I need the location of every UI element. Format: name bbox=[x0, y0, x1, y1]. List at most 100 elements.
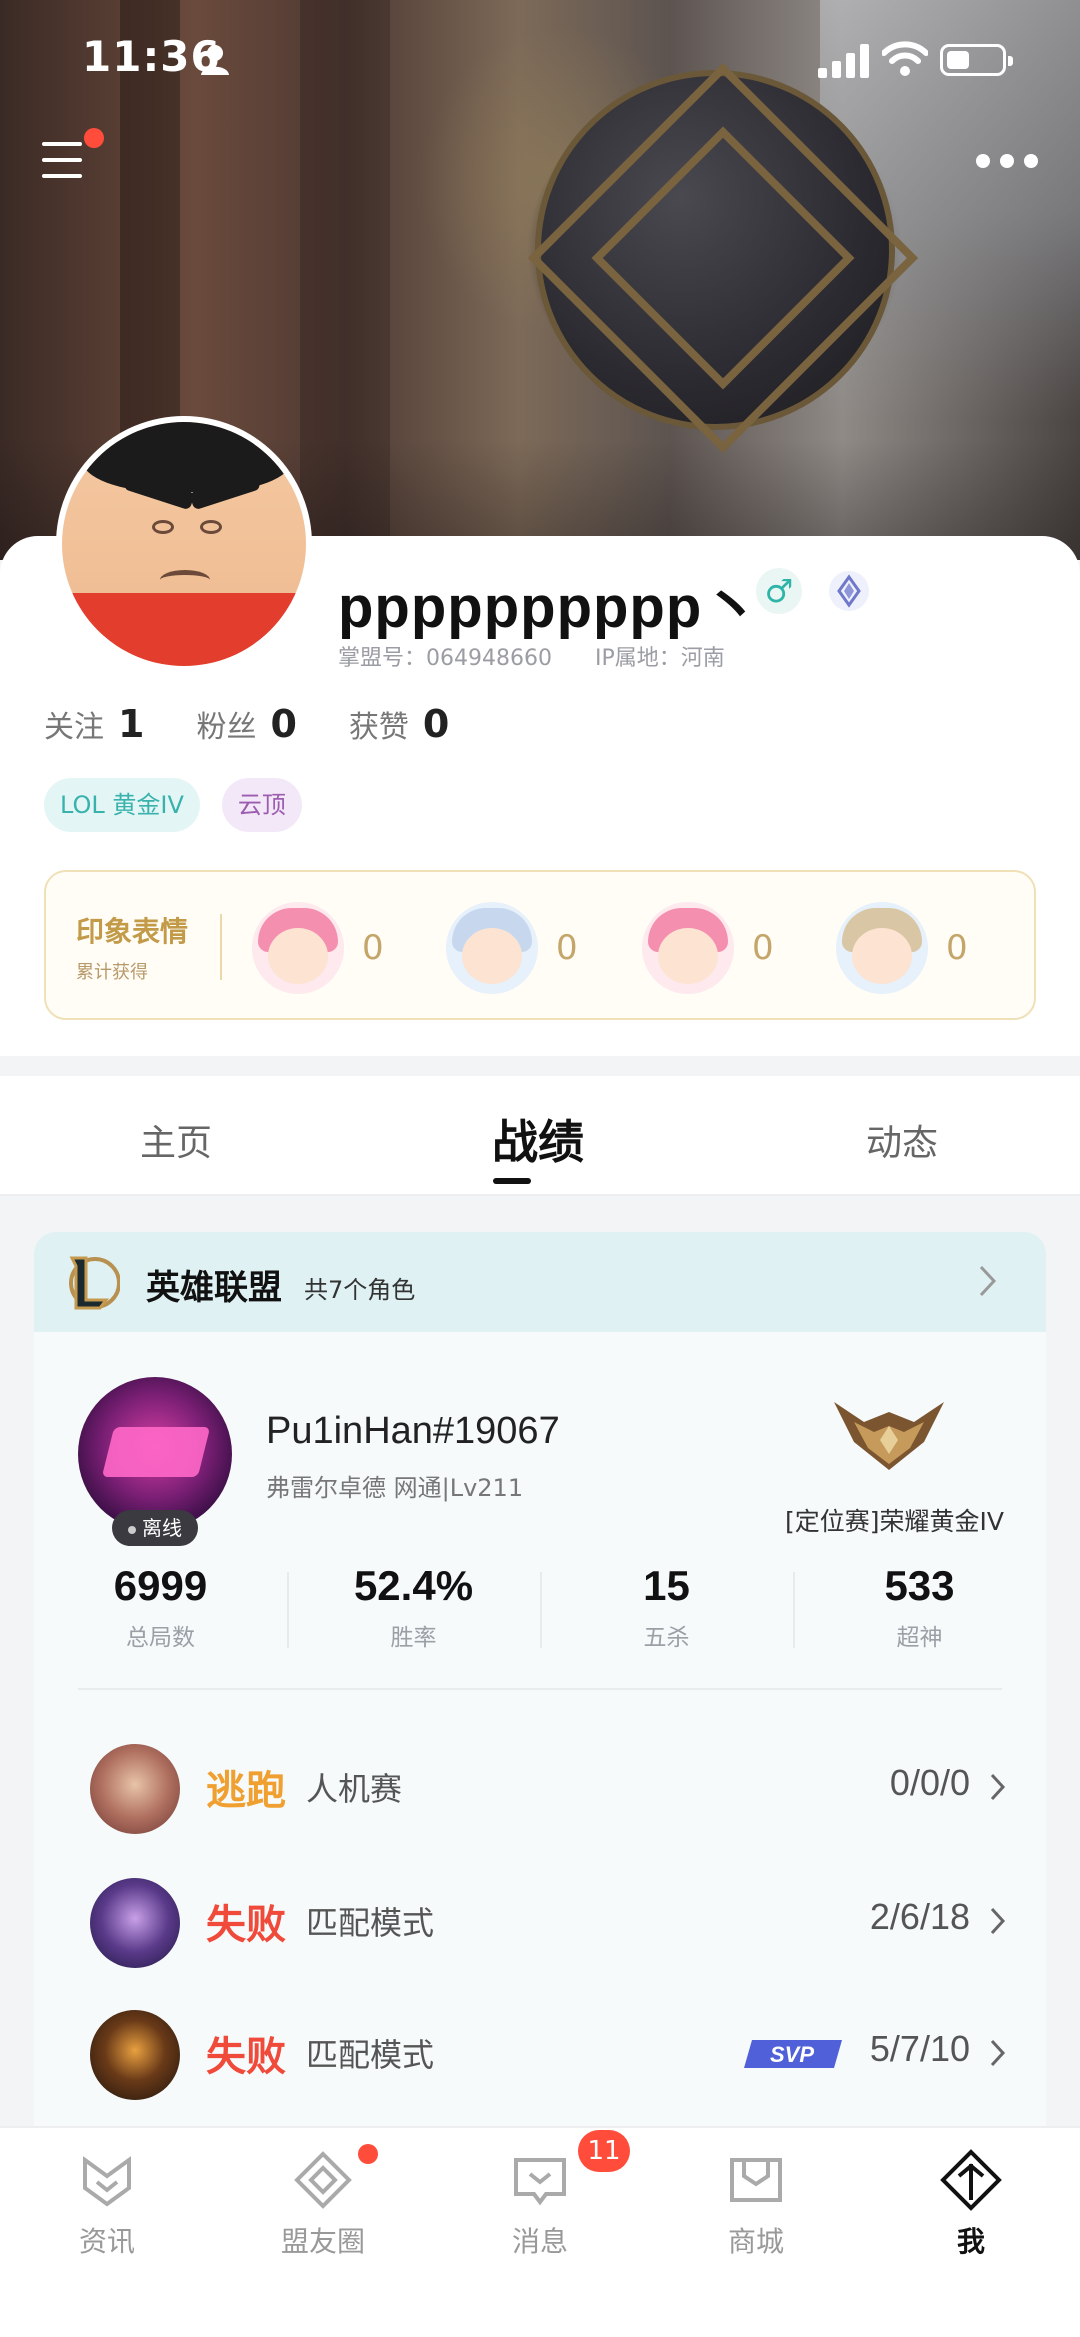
account-info: 掌盟号：064948660 IP属地：河南 bbox=[338, 640, 725, 672]
stat-following[interactable]: 关注 1 bbox=[44, 702, 144, 746]
svp-badge-icon: SVP bbox=[744, 2040, 842, 2068]
bottom-nav: 资讯 盟友圈 消息 商城 我 bbox=[0, 2126, 1080, 2337]
impression-count: 0 bbox=[362, 928, 384, 968]
stat-label: 胜率 bbox=[390, 1625, 437, 1651]
impression-item[interactable]: 0 bbox=[836, 898, 968, 998]
stat-followers[interactable]: 粉丝 0 bbox=[196, 702, 296, 746]
ip-location: IP属地：河南 bbox=[594, 646, 725, 671]
stat-label: 超神 bbox=[896, 1625, 943, 1651]
nav-news[interactable]: 资讯 bbox=[32, 2148, 182, 2260]
match-result: 逃跑 bbox=[206, 1768, 286, 1814]
emoji-pink-hair-icon bbox=[252, 902, 344, 994]
game-card-header[interactable]: 英雄联盟 共7个角色 bbox=[34, 1232, 1046, 1332]
player-name: Pu1inHan#19067 bbox=[266, 1410, 560, 1452]
nav-me[interactable]: 我 bbox=[896, 2148, 1046, 2260]
nav-label: 我 bbox=[956, 2225, 985, 2258]
match-mode: 匹配模式 bbox=[306, 1904, 435, 1942]
impression-subtitle: 累计获得 bbox=[76, 962, 148, 983]
impression-count: 0 bbox=[946, 928, 968, 968]
menu-notification-dot bbox=[84, 128, 104, 148]
stat-value: 533 bbox=[884, 1562, 955, 1609]
nav-community[interactable]: 盟友圈 bbox=[248, 2148, 398, 2260]
more-options-button[interactable] bbox=[976, 150, 1040, 170]
stat-likes[interactable]: 获赞 0 bbox=[349, 702, 449, 746]
divider bbox=[78, 1688, 1002, 1690]
stat-value: 0 bbox=[270, 702, 297, 746]
stat-value: 0 bbox=[422, 702, 450, 746]
role-count: 共7个角色 bbox=[304, 1276, 416, 1304]
stat-win-rate: 52.4% 胜率 bbox=[287, 1562, 540, 1672]
stat-penta-kills: 15 五杀 bbox=[540, 1562, 793, 1672]
champion-avatar bbox=[90, 1878, 180, 1968]
nav-label: 盟友圈 bbox=[280, 2225, 365, 2258]
stat-label: 粉丝 bbox=[196, 710, 257, 745]
stat-label: 获赞 bbox=[348, 710, 409, 745]
community-icon bbox=[294, 2151, 352, 2209]
stat-label: 五杀 bbox=[643, 1625, 690, 1651]
tab-active-indicator bbox=[493, 1178, 531, 1184]
stat-total-games: 6999 总局数 bbox=[34, 1562, 287, 1672]
game-record-card: 英雄联盟 共7个角色 离线 Pu1inHan#19067 弗雷尔卓德 网通|Lv… bbox=[34, 1232, 1046, 2242]
chevron-right-icon bbox=[990, 1907, 1006, 1935]
stat-label: 关注 bbox=[44, 710, 104, 745]
impression-item[interactable]: 0 bbox=[252, 898, 384, 998]
tab-records[interactable]: 战绩 bbox=[492, 1106, 584, 1172]
lol-logo-icon bbox=[69, 1256, 120, 1310]
stat-value: 15 bbox=[643, 1562, 690, 1609]
match-row[interactable]: 逃跑 人机赛 0/0/0 bbox=[34, 1732, 1046, 1852]
impression-item[interactable]: 0 bbox=[446, 898, 578, 998]
impression-count: 0 bbox=[556, 928, 578, 968]
impression-item[interactable]: 0 bbox=[642, 898, 774, 998]
match-kda: 5/7/10 bbox=[869, 2028, 970, 2069]
match-kda: 0/0/0 bbox=[889, 1762, 970, 1803]
male-icon: ♂ bbox=[756, 568, 802, 614]
wifi-icon bbox=[882, 41, 928, 76]
community-notification-dot bbox=[358, 2144, 378, 2164]
champion-avatar bbox=[90, 1744, 180, 1834]
nav-label: 商城 bbox=[727, 2225, 784, 2258]
nav-shop[interactable]: 商城 bbox=[681, 2148, 831, 2260]
account-id: 掌盟号：064948660 bbox=[338, 646, 552, 671]
match-kda: 2/6/18 bbox=[869, 1896, 970, 1937]
emoji-pink-hair-heart-icon bbox=[642, 902, 734, 994]
nav-label: 消息 bbox=[511, 2225, 568, 2258]
profile-tags: LOL 黄金IV 云顶 bbox=[44, 778, 302, 832]
tag-lol-rank[interactable]: LOL 黄金IV bbox=[44, 778, 200, 832]
svg-text:SVP: SVP bbox=[770, 2042, 814, 2067]
stat-label: 总局数 bbox=[126, 1625, 195, 1651]
status-badge: 离线 bbox=[112, 1510, 198, 1546]
player-avatar[interactable] bbox=[78, 1377, 232, 1531]
battery-icon bbox=[940, 44, 1013, 76]
game-name: 英雄联盟 bbox=[146, 1268, 282, 1308]
impression-title: 印象表情 bbox=[76, 915, 189, 948]
signal-icon bbox=[818, 44, 869, 78]
rank-text: [定位赛]荣耀黄金IV bbox=[785, 1507, 1004, 1536]
tab-home[interactable]: 主页 bbox=[140, 1114, 212, 1166]
emoji-blue-hair-wave-icon bbox=[446, 902, 538, 994]
status-bar: 11:36 bbox=[0, 0, 1080, 120]
username: pppppppppp丶 bbox=[338, 575, 762, 640]
stat-value: 1 bbox=[118, 702, 145, 746]
banner-sphere bbox=[535, 70, 895, 430]
news-icon bbox=[83, 2156, 131, 2207]
rank-badge-icon[interactable] bbox=[828, 570, 870, 612]
tag-tft[interactable]: 云顶 bbox=[221, 778, 302, 832]
me-icon bbox=[940, 2149, 1002, 2211]
message-icon bbox=[514, 2158, 566, 2206]
tab-activity[interactable]: 动态 bbox=[866, 1114, 938, 1166]
match-mode: 匹配模式 bbox=[306, 2036, 435, 2074]
avatar[interactable] bbox=[56, 416, 312, 672]
chevron-right-icon bbox=[979, 1265, 997, 1297]
match-result: 失败 bbox=[206, 1902, 286, 1948]
message-count-badge: 11 bbox=[578, 2130, 630, 2172]
menu-button[interactable] bbox=[42, 140, 86, 184]
emoji-gg-icon bbox=[836, 902, 928, 994]
match-row[interactable]: 失败 匹配模式 2/6/18 bbox=[34, 1866, 1046, 1986]
match-result: 失败 bbox=[206, 2034, 286, 2080]
profile-stats: 关注 1 粉丝 0 获赞 0 bbox=[44, 702, 501, 746]
match-row[interactable]: 失败 匹配模式 SVP 5/7/10 bbox=[34, 1998, 1046, 2118]
player-server: 弗雷尔卓德 网通|Lv211 bbox=[266, 1474, 524, 1502]
impression-panel[interactable]: 印象表情 累计获得 0 0 0 0 bbox=[44, 870, 1036, 1020]
champion-avatar bbox=[90, 2010, 180, 2100]
nav-label: 资讯 bbox=[78, 2225, 135, 2258]
